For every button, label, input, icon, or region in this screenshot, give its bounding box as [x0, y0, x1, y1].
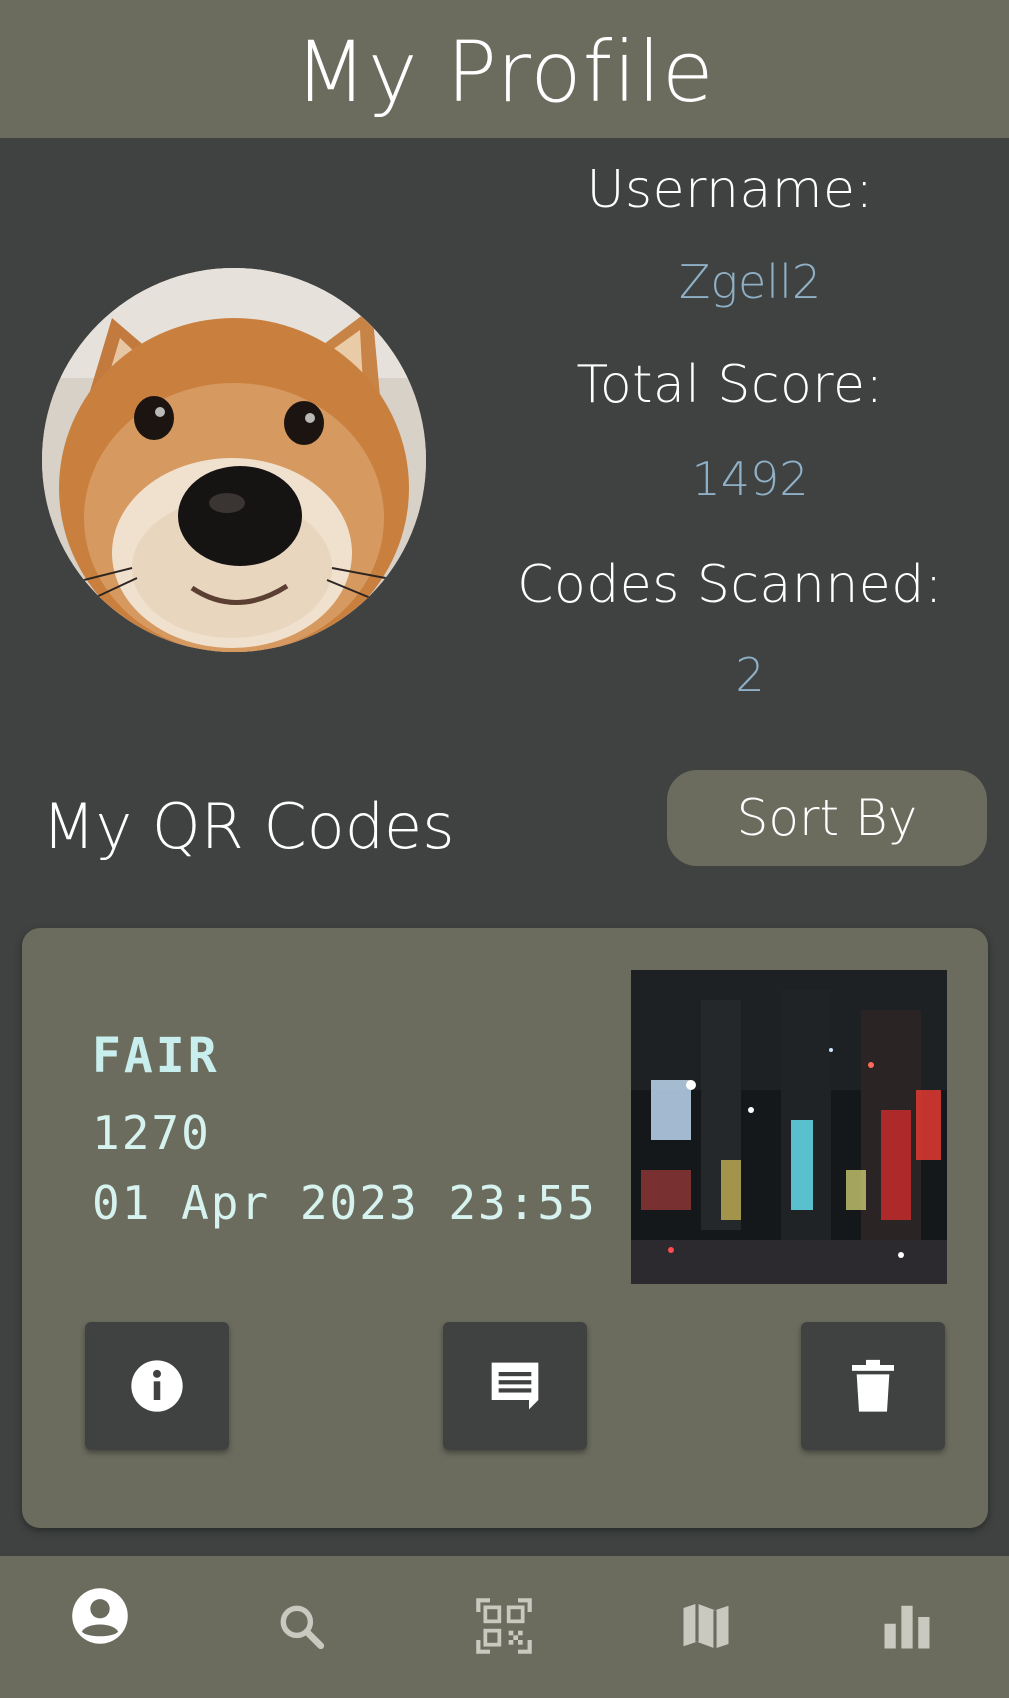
qr-code-details: FAIR 1270 01 Apr 2023 23:55	[92, 1028, 597, 1238]
qr-info-button[interactable]	[85, 1322, 229, 1450]
qr-date: 01 Apr 2023 23:55	[92, 1176, 597, 1230]
avatar	[42, 268, 426, 652]
username-label: Username:	[586, 160, 874, 220]
qr-scan-icon	[476, 1598, 532, 1654]
total-score-value: 1492	[691, 452, 809, 506]
nav-leaderboard[interactable]	[857, 1576, 957, 1676]
username-value: Zgell2	[678, 255, 822, 309]
my-qr-codes-title: My QR Codes	[42, 790, 455, 863]
comment-icon	[491, 1362, 539, 1410]
sort-by-button[interactable]: Sort By	[667, 770, 987, 866]
total-score-label: Total Score:	[576, 355, 884, 415]
dog-photo	[42, 268, 426, 652]
page-title: My Profile	[294, 23, 715, 121]
app-header: My Profile	[0, 0, 1009, 138]
codes-scanned-value: 2	[735, 648, 765, 702]
qr-rarity: FAIR	[92, 1028, 220, 1084]
info-icon	[131, 1360, 183, 1412]
nav-map[interactable]	[656, 1576, 756, 1676]
leaderboard-icon	[884, 1605, 930, 1649]
nav-profile[interactable]	[50, 1566, 150, 1666]
qr-delete-button[interactable]	[801, 1322, 945, 1450]
nav-scan-qr[interactable]	[454, 1576, 554, 1676]
city-night-photo	[631, 970, 947, 1284]
qr-code-card[interactable]: FAIR 1270 01 Apr 2023 23:55	[22, 928, 988, 1528]
profile-icon	[72, 1588, 128, 1644]
qr-score: 1270	[92, 1106, 211, 1160]
bottom-navigation	[0, 1556, 1009, 1698]
map-icon	[683, 1603, 729, 1649]
qr-location-photo	[631, 970, 947, 1284]
codes-scanned-label: Codes Scanned:	[517, 555, 943, 615]
search-icon	[280, 1605, 325, 1650]
trash-icon	[852, 1359, 894, 1412]
nav-search[interactable]	[251, 1576, 351, 1676]
qr-comments-button[interactable]	[443, 1322, 587, 1450]
